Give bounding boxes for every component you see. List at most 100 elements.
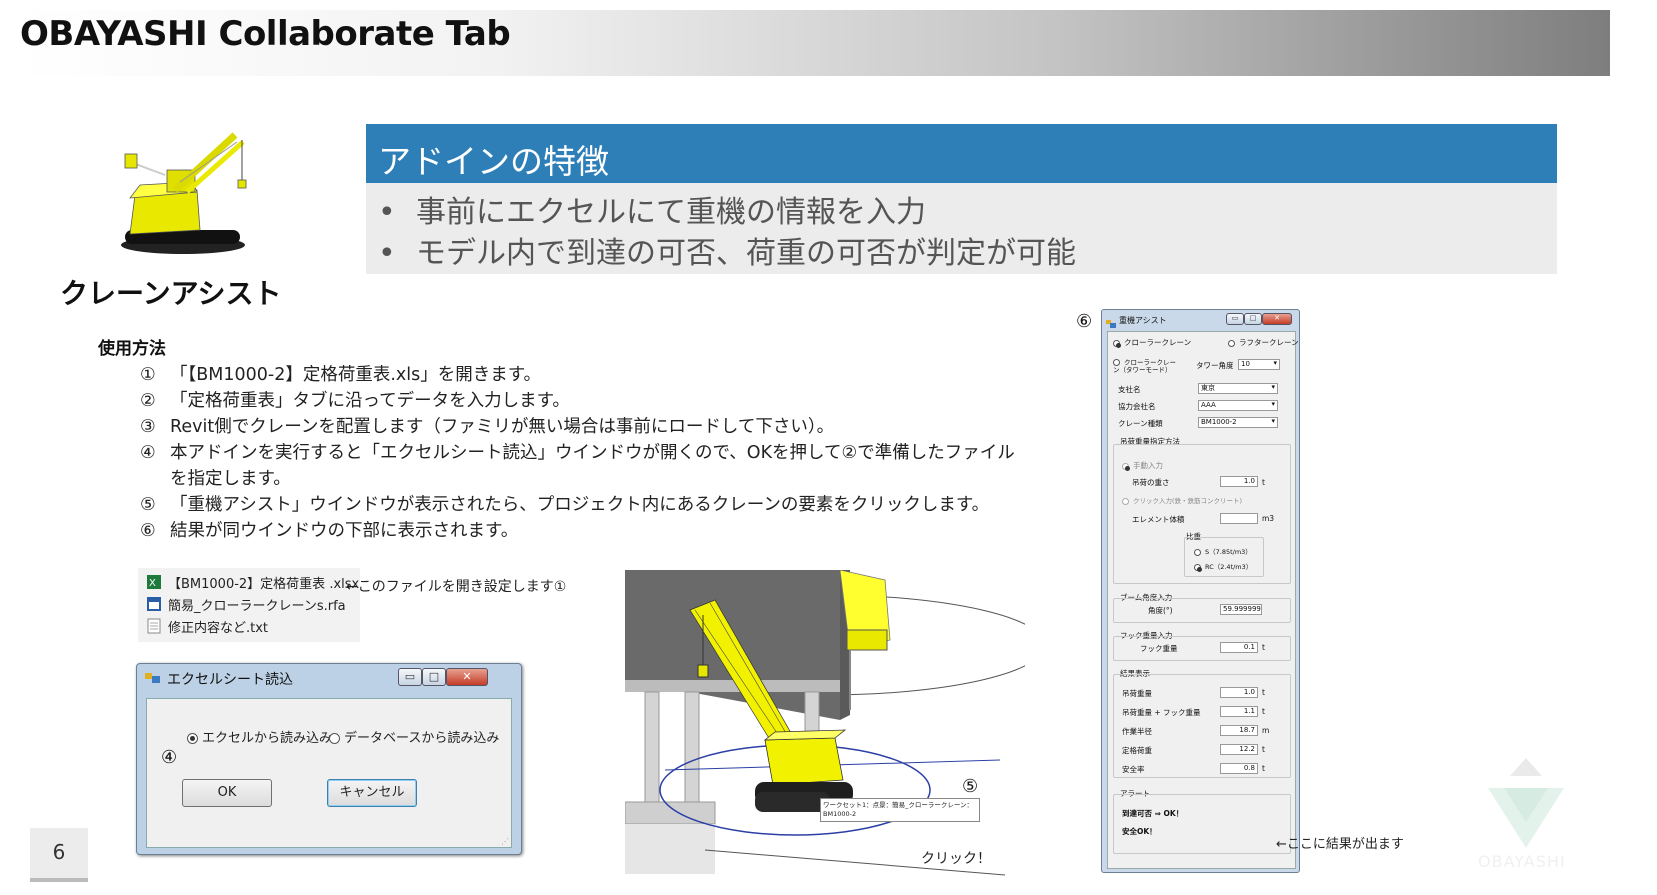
hook-field[interactable]: 0.1 <box>1220 642 1258 653</box>
radio-density-s[interactable]: S（7.85t/m3） <box>1194 546 1252 556</box>
excel-sheet-dialog: エクセルシート読込 ▭ □ ✕ エクセルから読み込み データベースから読み込み … <box>136 663 522 855</box>
result-note: ←ここに結果が出ます <box>1276 837 1404 852</box>
crane-icon <box>105 130 275 258</box>
maximize-button[interactable]: □ <box>1244 313 1262 325</box>
text-file-icon <box>146 618 162 634</box>
maximize-button[interactable]: □ <box>422 668 446 686</box>
feature-item: • モデル内で到達の可否、荷重の可否が判定が可能 <box>378 236 1076 271</box>
branch-label: 支社名 <box>1118 385 1141 394</box>
logo-text: OBAYASHI <box>1478 852 1566 871</box>
radio-manual[interactable]: 手動入力 <box>1122 460 1163 471</box>
step-marker-6: ⑥ <box>1076 311 1093 332</box>
radio-tower[interactable]: ラフタークレーン <box>1228 337 1299 348</box>
boom-angle-group <box>1113 598 1291 623</box>
features-heading: アドインの特徴 <box>378 142 609 181</box>
minimize-button[interactable]: ▭ <box>398 668 422 686</box>
minimize-button[interactable]: ▭ <box>1226 313 1244 325</box>
crane-type-label: クレーン種類 <box>1118 419 1163 428</box>
excel-file-icon: X <box>146 574 162 590</box>
result-rated-field: 12.2 <box>1220 744 1258 755</box>
radio-unselected-icon <box>329 733 340 744</box>
revit-3d-viewport[interactable]: ワークセット1：点景：簡易_クローラークレーン： BM1000-2 ⑤ クリック… <box>604 560 1046 880</box>
feature-item: • 事前にエクセルにて重機の情報を入力 <box>378 195 926 230</box>
file-note: ←このファイルを開き設定します① <box>346 579 567 595</box>
company-select[interactable]: AAA ▾ <box>1198 400 1278 411</box>
crane-type-select[interactable]: BM1000-2 ▾ <box>1198 417 1278 428</box>
safety-result: 安全OK！ <box>1122 827 1157 836</box>
ok-button[interactable]: OK <box>182 779 272 807</box>
resize-grip-icon[interactable]: ⋰ <box>501 837 509 846</box>
app-icon <box>145 670 161 689</box>
svg-text:X: X <box>149 578 156 589</box>
close-button[interactable]: ✕ <box>446 668 488 686</box>
page-number: 6 <box>52 840 66 864</box>
radio-database[interactable]: データベースから読み込み <box>329 727 499 746</box>
dialog-body: エクセルから読み込み データベースから読み込み ④ OK キャンセル ⋰ <box>146 698 512 848</box>
load-weight-label: 吊荷の重さ <box>1132 478 1170 487</box>
usage-label: 使用方法 <box>98 339 166 359</box>
unit-label: t <box>1262 643 1265 652</box>
file-item[interactable]: 修正内容など.txt <box>138 615 360 637</box>
file-name: 修正内容など.txt <box>168 620 269 636</box>
unit-label: t <box>1262 478 1265 487</box>
unit-label: t <box>1262 764 1265 773</box>
crane-assist-window: 重機アシスト ▭ □ ✕ クローラークレーン ラフタークレーン クローラークレー… <box>1101 309 1300 873</box>
usage-step-continuation: を指定します。 <box>170 469 291 489</box>
click-label: クリック！ <box>921 851 991 867</box>
usage-step: ⑥ 結果が同ウインドウの下部に表示されます。 <box>140 521 519 541</box>
step-marker-5: ⑤ <box>962 776 979 797</box>
radio-excel[interactable]: エクセルから読み込み <box>187 727 332 746</box>
window-title: 重機アシスト <box>1119 316 1167 325</box>
usage-step: ① 「【BM1000-2】定格荷重表.xls」を開きます。 <box>140 365 541 385</box>
element-volume-field[interactable] <box>1220 513 1258 524</box>
usage-step: ③ Revit側でクレーンを配置します（ファミリが無い場合は事前にロードして下さい… <box>140 417 835 437</box>
alert-group <box>1113 794 1291 854</box>
result-radius-label: 作業半径 <box>1122 727 1152 736</box>
radio-crawler-tower[interactable]: クローラークレーン（タワーモード） <box>1113 359 1181 374</box>
result-radius-field: 18.7 <box>1220 725 1258 736</box>
usage-step: ② 「定格荷重表」タブに沿ってデータを入力します。 <box>140 391 570 411</box>
density-group <box>1184 537 1264 577</box>
result-total-field: 1.1 <box>1220 706 1258 717</box>
unit-label: t <box>1262 707 1265 716</box>
file-name: 【BM1000-2】定格荷重表 .xlsx <box>168 576 360 592</box>
company-label: 協力会社名 <box>1118 402 1156 411</box>
dialog-title: エクセルシート読込 <box>167 672 293 688</box>
tower-angle-select[interactable]: 10 ▾ <box>1238 359 1280 370</box>
revit-family-icon <box>146 596 162 612</box>
load-weight-field[interactable]: 1.0 <box>1220 476 1258 487</box>
radio-density-rc[interactable]: RC（2.4t/m3） <box>1194 561 1252 572</box>
file-name: 簡易_クローラークレーンs.rfa <box>168 598 346 614</box>
result-safety-field: 0.8 <box>1220 763 1258 774</box>
file-item[interactable]: 簡易_クローラークレーンs.rfa <box>138 593 360 615</box>
reach-result: 到達可否 ⇒ OK！ <box>1122 809 1184 818</box>
element-tooltip: ワークセット1：点景：簡易_クローラークレーン： BM1000-2 <box>820 798 980 822</box>
unit-label: m <box>1262 726 1270 735</box>
hook-label: フック重量 <box>1140 644 1178 653</box>
usage-step: ④ 本アドインを実行すると「エクセルシート読込」ウインドウが開くので、OKを押して… <box>140 443 1015 463</box>
usage-step: ⑤ 「重機アシスト」ウインドウが表示されたら、プロジェクト内にあるクレーンの要素を… <box>140 495 990 515</box>
window-body: クローラークレーン ラフタークレーン クローラークレーン（タワーモード） タワー… <box>1107 331 1299 869</box>
tower-angle-label: タワー角度 <box>1196 361 1234 370</box>
file-list: X 【BM1000-2】定格荷重表 .xlsx 簡易_クローラークレーンs.rf… <box>138 568 360 642</box>
step-marker-4: ④ <box>161 747 178 768</box>
radio-crawler[interactable]: クローラークレーン <box>1113 337 1191 348</box>
file-item[interactable]: X 【BM1000-2】定格荷重表 .xlsx <box>138 571 360 593</box>
result-load-field: 1.0 <box>1220 687 1258 698</box>
radio-click-input[interactable]: クリック入力(鉄・鉄筋コンクリート) <box>1122 495 1242 505</box>
result-load-label: 吊荷重量 <box>1122 689 1152 698</box>
angle-field[interactable]: 59.999999 <box>1220 604 1262 615</box>
branch-select[interactable]: 東京 ▾ <box>1198 383 1278 394</box>
page-title: OBAYASHI Collaborate Tab <box>20 14 511 54</box>
result-safety-label: 安全率 <box>1122 765 1145 774</box>
obayashi-logo: OBAYASHI <box>1476 752 1576 872</box>
radio-selected-icon <box>187 733 198 744</box>
cancel-button[interactable]: キャンセル <box>327 779 417 807</box>
product-name: クレーンアシスト <box>60 277 282 310</box>
angle-label: 角度(°) <box>1148 606 1173 615</box>
close-button[interactable]: ✕ <box>1262 313 1292 325</box>
unit-label: m3 <box>1262 514 1275 523</box>
element-volume-label: エレメント体積 <box>1132 515 1185 524</box>
result-rated-label: 定格荷重 <box>1122 746 1152 755</box>
unit-label: t <box>1262 688 1265 697</box>
